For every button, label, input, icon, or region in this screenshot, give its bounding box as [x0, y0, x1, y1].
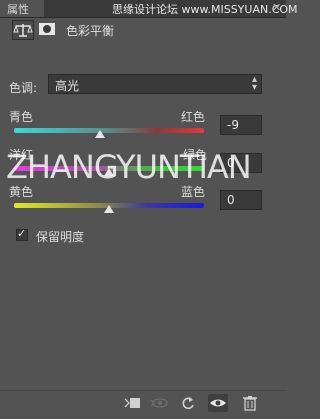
- cyan-red-value-input[interactable]: -9: [220, 115, 262, 135]
- view-previous-icon[interactable]: [150, 394, 170, 412]
- adjustment-title: 色彩平衡: [66, 24, 115, 38]
- slider-red-label: 红色: [181, 110, 206, 124]
- preserve-luminosity-label: 保留明度: [36, 230, 85, 244]
- panel-titlebar: 属性 思缘设计论坛 www.MISSYUAN.COM ✕: [0, 0, 298, 18]
- tab-properties[interactable]: 属性: [0, 0, 44, 17]
- tone-select-value: 高光: [55, 79, 80, 93]
- properties-panel: 属性 思缘设计论坛 www.MISSYUAN.COM ✕ 色彩平衡 色调: 高光…: [0, 0, 298, 419]
- yellow-blue-value-input[interactable]: 0: [220, 190, 262, 210]
- watermark-overlay: ZHANGYUNTIAN: [6, 148, 252, 186]
- yellow-blue-slider-thumb[interactable]: [104, 205, 114, 213]
- tone-label: 色调:: [9, 81, 38, 95]
- balance-scale-icon[interactable]: [12, 20, 34, 40]
- watermark-top: 思缘设计论坛 www.MISSYUAN.COM: [112, 3, 298, 16]
- tab-properties-label: 属性: [7, 3, 29, 16]
- mask-icon[interactable]: [38, 20, 56, 38]
- visibility-eye-icon[interactable]: [208, 394, 228, 412]
- reset-icon[interactable]: [178, 394, 198, 412]
- cyan-red-slider-thumb[interactable]: [94, 130, 105, 138]
- cyan-red-slider-track[interactable]: [14, 128, 204, 133]
- clip-to-layer-icon[interactable]: [122, 394, 142, 412]
- preserve-luminosity-checkbox[interactable]: [16, 227, 28, 241]
- select-arrows-icon: ▴ ▾: [251, 74, 257, 93]
- slider-cyan-label: 青色: [9, 110, 34, 124]
- close-icon[interactable]: ✕: [272, 2, 282, 14]
- tone-select[interactable]: 高光 ▴ ▾: [48, 74, 262, 94]
- trash-icon[interactable]: [240, 394, 260, 412]
